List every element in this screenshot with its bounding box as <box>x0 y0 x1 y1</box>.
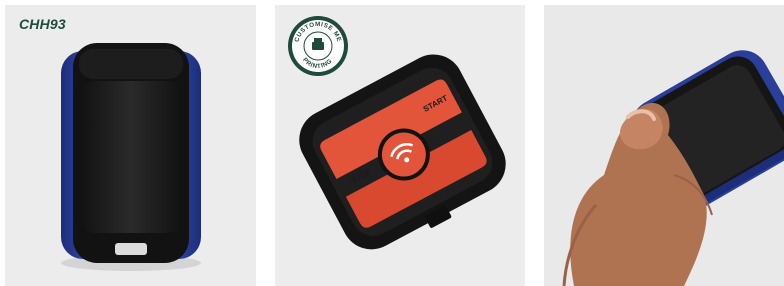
customise-badge: CUSTOMISE ME PRINTING <box>288 16 348 76</box>
product-image-front[interactable]: CHH93 <box>5 5 256 286</box>
product-image-buttons[interactable]: START STOP CUSTOMISE ME PRINTING <box>275 5 525 286</box>
remote-in-hand-illustration <box>562 50 784 286</box>
printer-icon <box>312 42 324 50</box>
remote-front-illustration <box>61 43 201 271</box>
product-image-in-hand[interactable] <box>544 5 784 286</box>
